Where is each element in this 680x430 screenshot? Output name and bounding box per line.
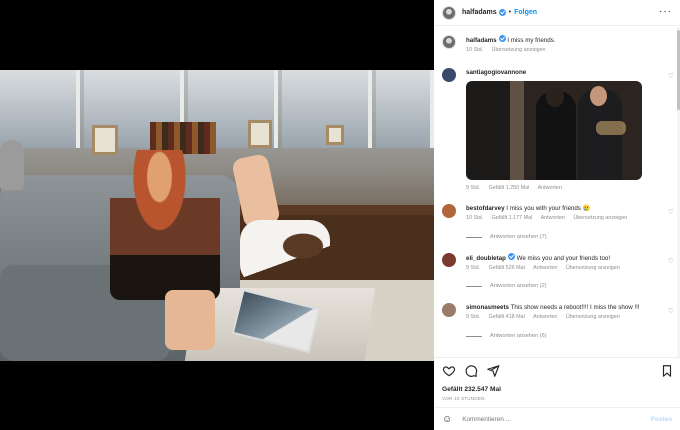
caption-text: I miss my friends. [507,37,556,44]
heart-icon[interactable]: ♡ [668,257,674,265]
post-media-area [0,0,434,430]
post-time: VOR 10 STUNDEN [442,396,485,401]
separator-dot: • [508,9,512,16]
emoji-icon[interactable]: ☺ [442,414,452,425]
heart-icon[interactable]: ♡ [668,307,674,315]
avatar[interactable] [442,68,456,82]
gif-attachment[interactable] [466,81,642,180]
caption-time: 10 Std. [466,47,484,53]
gif-figure [590,86,607,106]
avatar[interactable] [442,253,456,267]
comment-time: 9 Std. [466,185,481,191]
comments-list[interactable]: halfadams I miss my friends. 10 Std. Übe… [434,27,680,357]
view-replies-link[interactable]: Antworten ansehen (2) [466,283,547,289]
comment-body: simonasmeets This show needs a reboot!!!… [466,303,662,322]
verified-icon [498,35,506,42]
comment-meta: 10 Std. Gefällt 1.177 Mal Antworten Über… [466,214,662,223]
comment-icon[interactable] [464,364,478,383]
post-comment-button[interactable]: Posten [651,416,672,423]
translate-link[interactable]: Übersetzung anzeigen [573,215,627,221]
picture-frame [326,125,344,145]
translate-link[interactable]: Übersetzung anzeigen [566,265,620,271]
comment-body: santiagogiovannone 9 Std. Gefällt 1.250 … [466,68,662,193]
translate-link[interactable]: Übersetzung anzeigen [492,47,546,53]
reply-link[interactable]: Antworten [533,314,557,320]
comment-likes[interactable]: Gefällt 526 Mal [489,265,525,271]
share-icon[interactable] [486,364,500,383]
add-comment-bar: ☺ Posten [434,407,680,430]
comment-likes[interactable]: Gefällt 1.177 Mal [492,215,533,221]
caption-body: halfadams I miss my friends. 10 Std. Übe… [466,35,662,55]
post-photo[interactable] [0,70,434,361]
window-pane [0,70,80,148]
comment-likes[interactable]: Gefällt 1.250 Mal [489,185,530,191]
likes-count[interactable]: Gefällt 232.547 Mal [442,386,501,393]
post-side-panel: halfadams • Folgen ··· halfadams I miss … [434,0,680,430]
reply-link[interactable]: Antworten [538,185,562,191]
bookmark-icon[interactable] [660,364,674,383]
comment-meta: 9 Std. Gefällt 1.250 Mal Antworten [466,184,662,193]
comment-time: 9 Std. [466,314,481,320]
verified-icon [498,9,506,16]
translate-link[interactable]: Übersetzung anzeigen [566,314,620,320]
gif-light [596,121,626,135]
picture-frame [248,120,272,148]
heart-icon[interactable]: ♡ [668,208,674,216]
comment-text: I miss you with your friends 😢 [506,205,591,212]
comment-meta: 9 Std. Gefällt 526 Mal Antworten Überset… [466,264,662,273]
comment-time: 9 Std. [466,265,481,271]
comment-likes[interactable]: Gefällt 418 Mal [489,314,525,320]
gif-figure [546,87,564,107]
person-lying [240,220,330,285]
more-options-icon[interactable]: ··· [659,7,672,17]
caption-username[interactable]: halfadams [466,37,497,44]
lamp [0,140,24,190]
view-replies-link[interactable]: Antworten ansehen (6) [466,333,547,339]
comment-username[interactable]: santiagogiovannone [466,69,526,76]
comment-input[interactable] [462,416,613,423]
follow-button[interactable]: Folgen [514,9,537,16]
avatar[interactable] [442,204,456,218]
heart-icon[interactable] [442,364,456,383]
verified-icon [507,253,515,260]
comment-time: 10 Std. [466,215,484,221]
comment-meta: 9 Std. Gefällt 418 Mal Antworten Überset… [466,313,662,322]
picture-frame [92,125,118,155]
window-pane [376,70,434,148]
view-replies-link[interactable]: Antworten ansehen (7) [466,234,547,240]
heart-icon[interactable]: ♡ [668,72,674,80]
action-icons [442,364,500,383]
comment-text: We miss you and your friends too! [516,255,611,262]
avatar[interactable] [442,35,456,49]
comment-body: bestofdarvey I miss you with your friend… [466,204,662,223]
avatar[interactable] [442,303,456,317]
comment-username[interactable]: simonasmeets [466,304,509,311]
reply-link[interactable]: Antworten [541,215,565,221]
actions-bar: Gefällt 232.547 Mal VOR 10 STUNDEN ☺ Pos… [434,357,680,430]
person-sitting [110,150,220,300]
post-header: halfadams • Folgen ··· [434,0,680,26]
header-username[interactable]: halfadams [462,9,497,16]
comment-username[interactable]: eli_doubletap [466,255,506,262]
person-legs [165,290,215,350]
caption-meta: 10 Std. Übersetzung anzeigen [466,46,662,55]
comment-username[interactable]: bestofdarvey [466,205,505,212]
avatar[interactable] [442,5,456,20]
reply-link[interactable]: Antworten [533,265,557,271]
comment-text: This show needs a reboot!!!! I miss the … [510,304,640,311]
comment-body: eli_doubletap We miss you and your frien… [466,253,662,273]
